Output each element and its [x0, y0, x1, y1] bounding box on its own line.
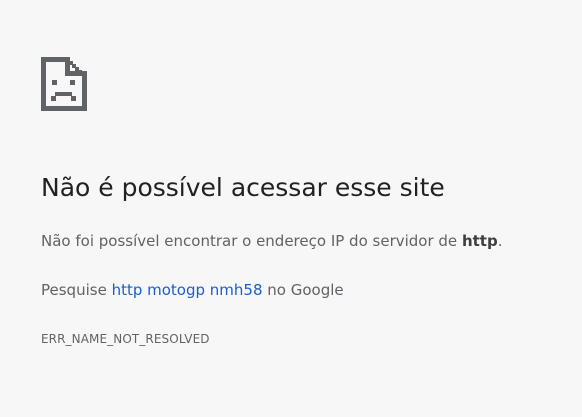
- error-description-text: Não foi possível encontrar o endereço IP…: [41, 232, 462, 250]
- search-suggestion-prefix: Pesquise: [41, 281, 112, 299]
- error-description-end: .: [497, 232, 503, 250]
- error-description: Não foi possível encontrar o endereço IP…: [41, 231, 502, 251]
- google-search-link[interactable]: http motogp nmh58: [112, 281, 263, 299]
- error-host: http: [461, 232, 498, 250]
- error-page: Não é possível acessar esse site Não foi…: [0, 0, 582, 417]
- search-suggestion: Pesquise http motogp nmh58 no Google: [41, 280, 344, 300]
- error-code: ERR_NAME_NOT_RESOLVED: [41, 332, 210, 346]
- search-suggestion-suffix: no Google: [262, 281, 344, 299]
- sad-document-icon: [41, 57, 87, 111]
- page-title: Não é possível acessar esse site: [41, 173, 445, 202]
